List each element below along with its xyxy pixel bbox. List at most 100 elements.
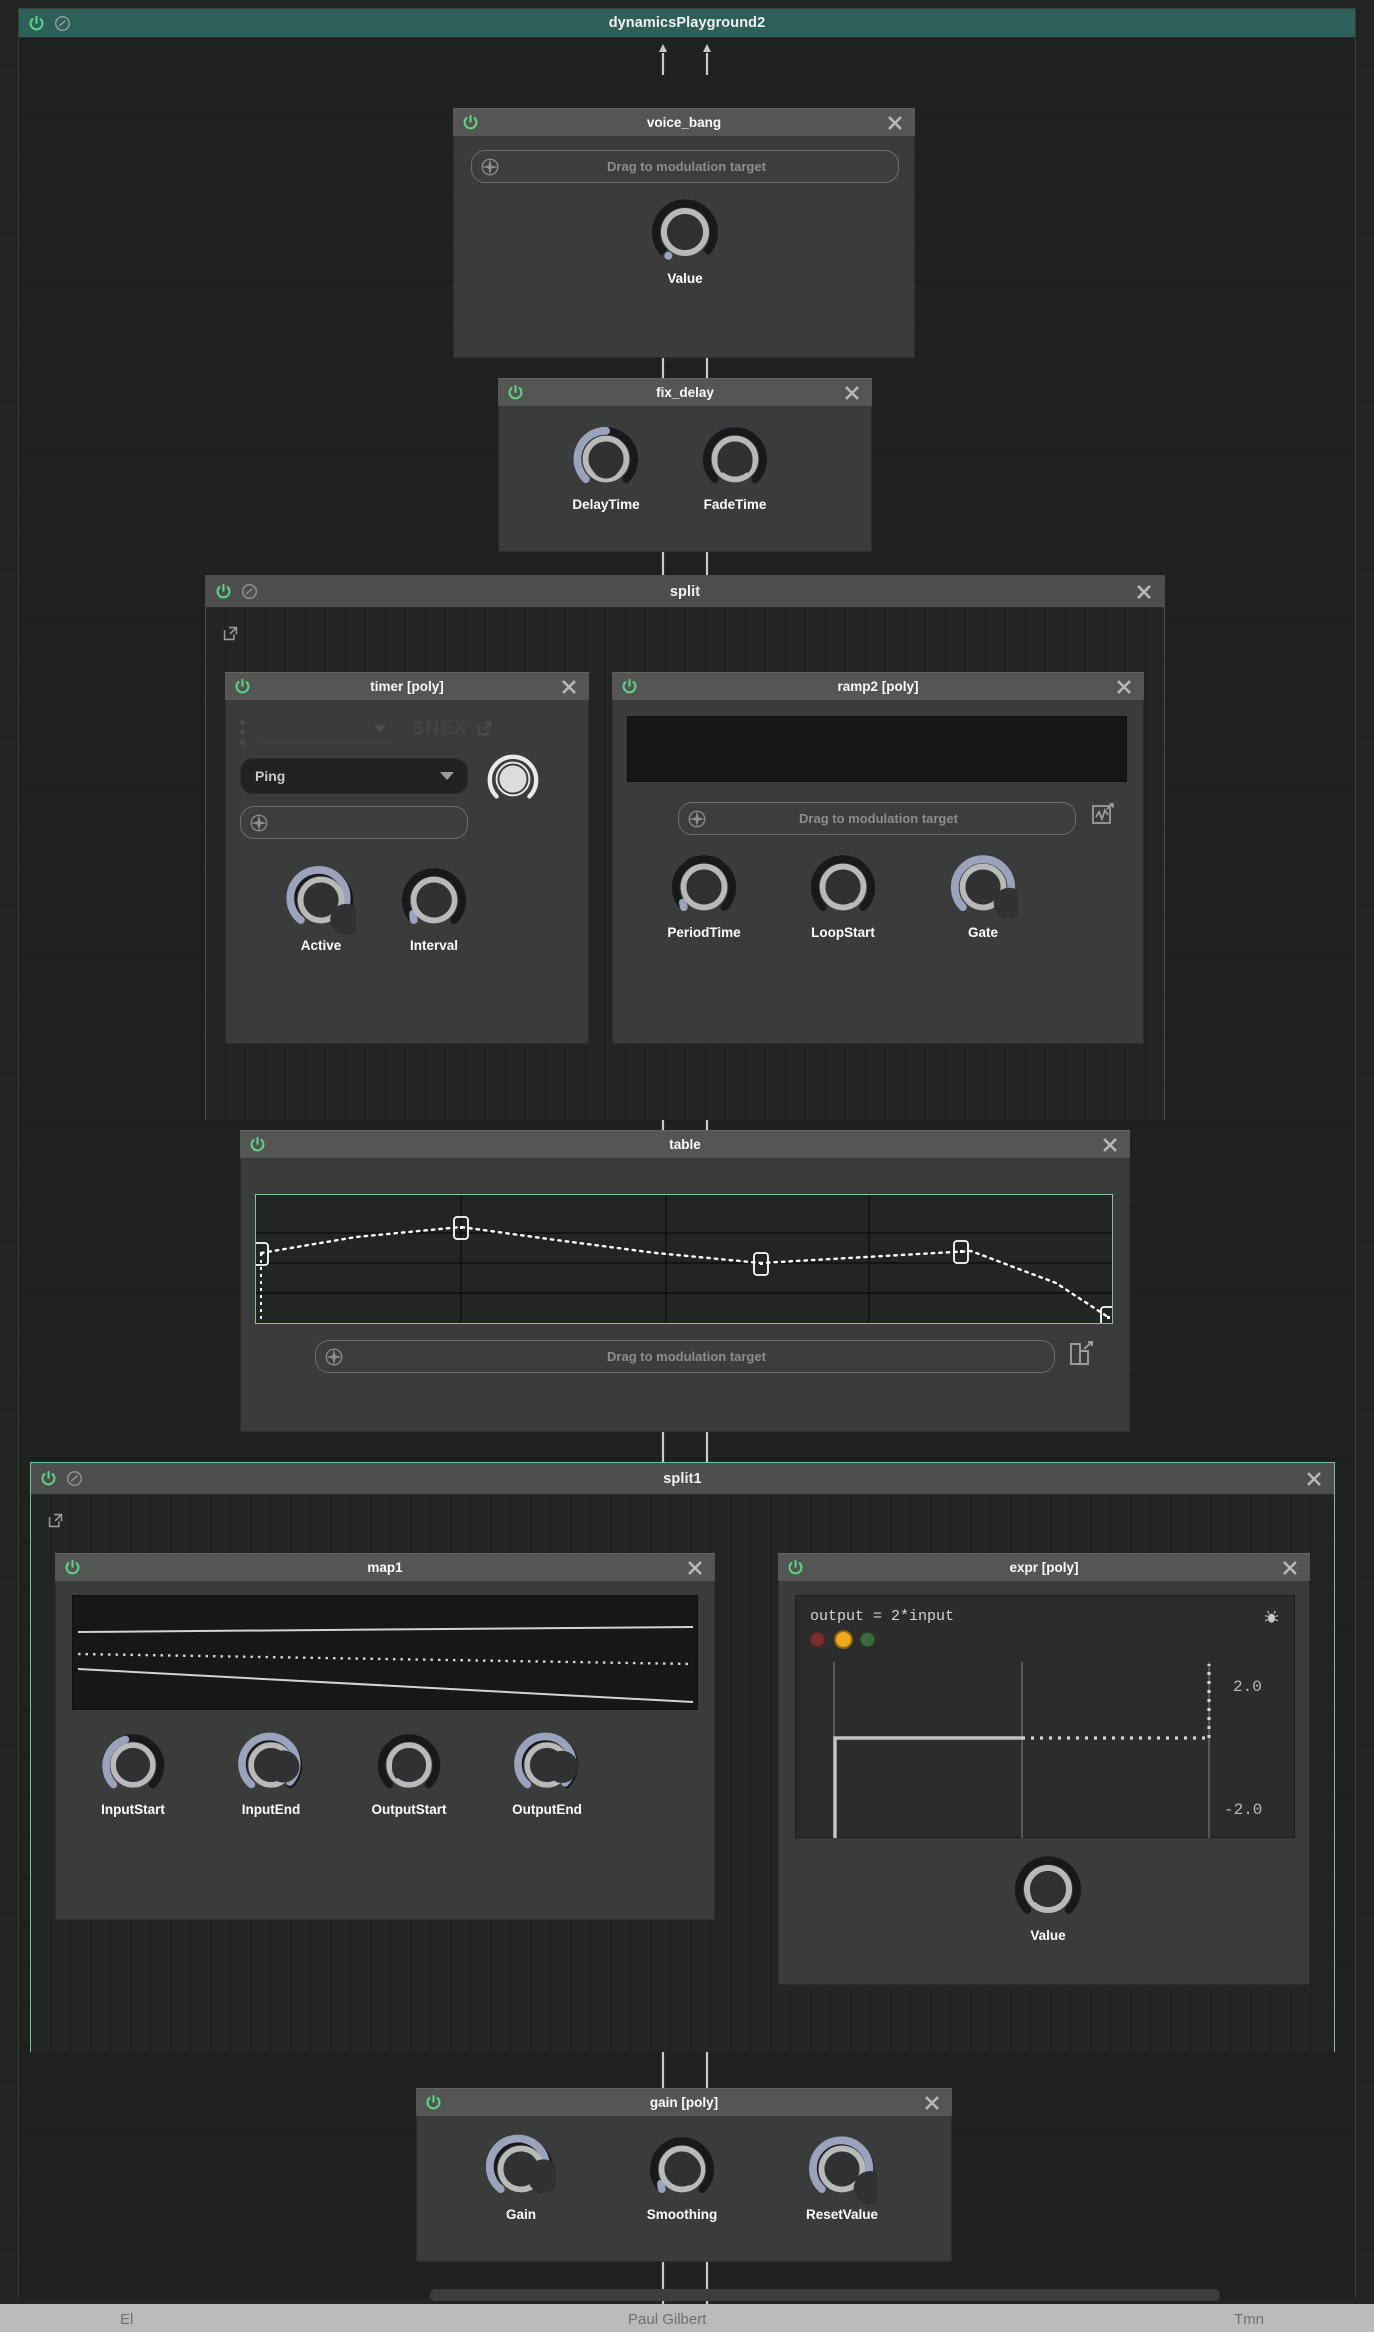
node-title: ramp2 [poly] bbox=[837, 679, 919, 694]
table-curve-editor[interactable] bbox=[253, 1194, 1116, 1330]
node-table-header[interactable]: table bbox=[240, 1130, 1130, 1158]
close-icon[interactable] bbox=[842, 383, 862, 403]
modulation-target-drop[interactable]: Drag to modulation target bbox=[315, 1340, 1055, 1373]
node-voice-bang-body: Drag to modulation target Value bbox=[453, 136, 915, 358]
window-title: dynamicsPlayground2 bbox=[608, 15, 766, 31]
expr-plot-chart bbox=[833, 1662, 1211, 1838]
container-split-header[interactable]: split bbox=[206, 576, 1164, 608]
node-ramp2-header[interactable]: ramp2 [poly] bbox=[612, 672, 1144, 700]
knob-interval[interactable]: Interval bbox=[386, 865, 482, 953]
knob-resetvalue[interactable]: ResetValue bbox=[790, 2134, 894, 2222]
power-icon[interactable] bbox=[621, 678, 638, 695]
power-icon[interactable] bbox=[64, 1559, 81, 1576]
status-dot-ok[interactable] bbox=[860, 1632, 875, 1647]
node-gain[interactable]: gain [poly] Gain Smoothing ResetValue bbox=[416, 2088, 952, 2262]
container-split1-header[interactable]: split1 bbox=[31, 1463, 1334, 1495]
power-icon[interactable] bbox=[425, 2094, 442, 2111]
close-icon[interactable] bbox=[1114, 677, 1134, 697]
power-icon[interactable] bbox=[28, 15, 45, 32]
bug-icon[interactable] bbox=[1263, 1608, 1280, 1630]
knob-smoothing[interactable]: Smoothing bbox=[630, 2134, 734, 2222]
knob-inputstart[interactable]: InputStart bbox=[78, 1731, 188, 1817]
node-timer[interactable]: timer [poly] SNEX Ping Active Interval bbox=[225, 672, 589, 1044]
knob-value[interactable]: Value bbox=[993, 1853, 1103, 1943]
close-icon[interactable] bbox=[1100, 1135, 1120, 1155]
bypass-icon[interactable] bbox=[54, 15, 71, 32]
power-icon[interactable] bbox=[787, 1559, 804, 1576]
timer-mode-value: Ping bbox=[255, 768, 286, 784]
knob-label: OutputStart bbox=[371, 1802, 447, 1817]
node-expr-header[interactable]: expr [poly] bbox=[778, 1553, 1310, 1581]
snex-label: SNEX bbox=[412, 718, 468, 739]
node-voice-bang-header[interactable]: voice_bang bbox=[453, 108, 915, 136]
node-map1-header[interactable]: map1 bbox=[55, 1553, 715, 1581]
status-dot-error[interactable] bbox=[810, 1632, 825, 1647]
knob-loopstart[interactable]: LoopStart bbox=[788, 852, 898, 940]
root-container-header[interactable]: dynamicsPlayground2 bbox=[19, 9, 1355, 38]
external-link-icon[interactable] bbox=[476, 720, 493, 737]
modulation-target-label: Drag to modulation target bbox=[607, 1349, 766, 1364]
knob-active[interactable]: Active bbox=[273, 865, 369, 953]
modulation-target-drop[interactable] bbox=[240, 806, 468, 839]
node-fix-delay[interactable]: fix_delay DelayTime FadeTime bbox=[498, 378, 872, 552]
expr-y-max-label: 2.0 bbox=[1233, 1678, 1262, 1696]
status-left: El bbox=[120, 2311, 134, 2328]
node-ramp2[interactable]: ramp2 [poly] Drag to modulation target P… bbox=[612, 672, 1144, 1044]
external-link-icon[interactable] bbox=[47, 1512, 64, 1529]
chevron-down-icon bbox=[374, 725, 386, 733]
node-table-body: Drag to modulation target bbox=[240, 1158, 1130, 1432]
knob-label: LoopStart bbox=[811, 925, 875, 940]
expr-code-editor[interactable]: output = 2*input 2.0 -2.0 bbox=[795, 1595, 1295, 1838]
node-expr[interactable]: expr [poly] output = 2*input 2.0 -2.0 Va… bbox=[778, 1553, 1310, 1985]
node-fix-delay-header[interactable]: fix_delay bbox=[498, 378, 872, 406]
ramp2-display[interactable] bbox=[627, 716, 1127, 782]
knob-gate[interactable]: Gate bbox=[928, 852, 1038, 940]
power-icon[interactable] bbox=[234, 678, 251, 695]
map1-chart[interactable] bbox=[72, 1595, 698, 1710]
knob-outputstart[interactable]: OutputStart bbox=[354, 1731, 464, 1817]
knob-value[interactable]: Value bbox=[639, 196, 731, 286]
node-timer-header[interactable]: timer [poly] bbox=[225, 672, 589, 700]
knob-label: Active bbox=[300, 938, 342, 953]
timer-led[interactable] bbox=[484, 750, 542, 813]
knob-gain[interactable]: Gain bbox=[469, 2134, 573, 2222]
timer-mode-dropdown[interactable]: Ping bbox=[240, 758, 468, 794]
knob-fadetime[interactable]: FadeTime bbox=[687, 424, 783, 512]
knob-inputend[interactable]: InputEnd bbox=[216, 1731, 326, 1817]
node-map1[interactable]: map1 InputStart InputEnd OutputStart Out… bbox=[55, 1553, 715, 1920]
close-icon[interactable] bbox=[685, 1558, 705, 1578]
modulation-target-icon bbox=[479, 156, 501, 178]
close-icon[interactable] bbox=[1134, 582, 1154, 602]
knob-outputend[interactable]: OutputEnd bbox=[492, 1731, 602, 1817]
close-icon[interactable] bbox=[1304, 1469, 1324, 1489]
table-popup-icon[interactable] bbox=[1067, 1340, 1095, 1373]
close-icon[interactable] bbox=[885, 113, 905, 133]
power-icon[interactable] bbox=[215, 583, 232, 600]
bypass-icon[interactable] bbox=[241, 583, 258, 600]
external-link-icon[interactable] bbox=[222, 625, 239, 642]
modulation-target-drop[interactable]: Drag to modulation target bbox=[678, 802, 1076, 835]
power-icon[interactable] bbox=[507, 384, 524, 401]
knob-periodtime[interactable]: PeriodTime bbox=[649, 852, 759, 940]
knob-label: InputStart bbox=[101, 1802, 165, 1817]
power-icon[interactable] bbox=[462, 114, 479, 131]
bypass-icon[interactable] bbox=[66, 1470, 83, 1487]
waveform-popup-icon[interactable] bbox=[1090, 802, 1116, 833]
power-icon[interactable] bbox=[249, 1136, 266, 1153]
node-table[interactable]: table Drag to modulation target bbox=[240, 1130, 1130, 1432]
knob-delaytime[interactable]: DelayTime bbox=[558, 424, 654, 512]
status-dot-warning[interactable] bbox=[834, 1630, 853, 1649]
snex-file-dropdown[interactable] bbox=[254, 714, 399, 744]
close-icon[interactable] bbox=[922, 2093, 942, 2113]
node-gain-header[interactable]: gain [poly] bbox=[416, 2088, 952, 2116]
node-voice-bang[interactable]: voice_bang Drag to modulation target Val… bbox=[453, 108, 915, 358]
close-icon[interactable] bbox=[1280, 1558, 1300, 1578]
close-icon[interactable] bbox=[559, 677, 579, 697]
power-icon[interactable] bbox=[40, 1470, 57, 1487]
patch-canvas: dynamicsPlayground2 voice_bang Drag to m… bbox=[0, 0, 1374, 2332]
horizontal-scrollbar[interactable] bbox=[430, 2289, 1220, 2301]
drag-handle-dots[interactable] bbox=[240, 720, 245, 750]
modulation-target-drop[interactable]: Drag to modulation target bbox=[471, 150, 899, 183]
node-timer-body: SNEX Ping Active Interval bbox=[225, 700, 589, 1044]
table-curve-chart bbox=[253, 1195, 1116, 1330]
